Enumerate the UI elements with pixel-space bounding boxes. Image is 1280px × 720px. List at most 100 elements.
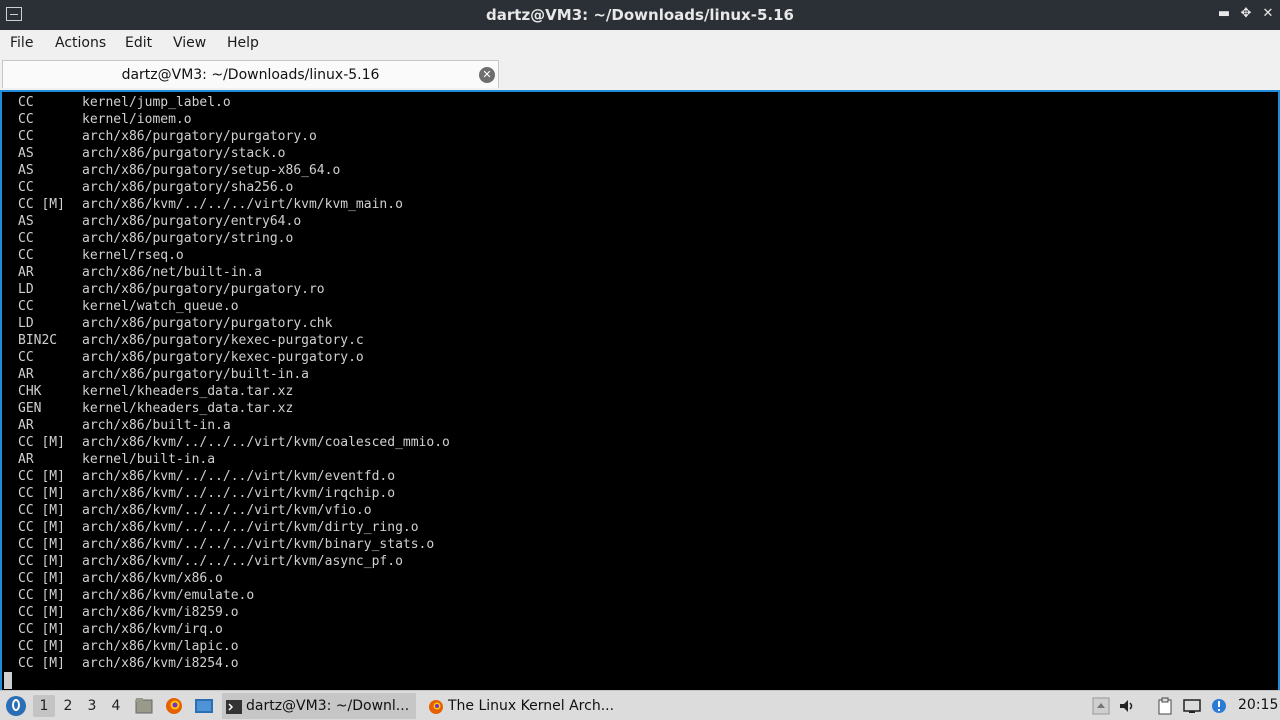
taskbar: 1 2 3 4 dartz@VM3: ~/Downl... The Linux … [0, 690, 1280, 720]
menu-help[interactable]: Help [227, 35, 259, 51]
build-step-tag: CC [M] [18, 469, 65, 484]
terminal-line: CC [M] arch/x86/kvm/../../../virt/kvm/irq… [18, 485, 395, 502]
build-step-tag: LD [18, 282, 34, 297]
build-step-tag: AR [18, 367, 34, 382]
terminal-line: CC kernel/watch_queue.o [18, 298, 239, 315]
close-button[interactable]: ✕ [1260, 6, 1276, 22]
build-file-path: arch/x86/purgatory/purgatory.chk [82, 316, 333, 331]
build-step-tag: CC [M] [18, 571, 65, 586]
clock[interactable]: 20:15 [1238, 697, 1278, 713]
maximize-button[interactable]: ✥ [1238, 6, 1254, 22]
build-file-path: kernel/jump_label.o [82, 95, 231, 110]
terminal-line: CC [M] arch/x86/kvm/../../../virt/kvm/coa… [18, 434, 450, 451]
build-step-tag: CHK [18, 384, 42, 399]
build-file-path: arch/x86/kvm/../../../virt/kvm/eventfd.o [82, 469, 396, 484]
build-step-tag: CC [18, 299, 34, 314]
build-file-path: arch/x86/kvm/../../../virt/kvm/async_pf.… [82, 554, 403, 569]
build-file-path: kernel/kheaders_data.tar.xz [82, 384, 294, 399]
desktop-icon[interactable] [194, 696, 214, 716]
terminal-line: CC [M] arch/x86/kvm/../../../virt/kvm/eve… [18, 468, 395, 485]
build-file-path: arch/x86/built-in.a [82, 418, 231, 433]
terminal-output[interactable]: CC kernel/jump_label.o CC kernel/iomem.o CC a… [0, 90, 1280, 690]
window-title: dartz@VM3: ~/Downloads/linux-5.16 [486, 6, 794, 24]
start-menu-button[interactable] [6, 696, 26, 716]
clipboard-icon[interactable] [1156, 697, 1174, 715]
terminal-line: LD arch/x86/purgatory/purgatory.chk [18, 315, 332, 332]
terminal-line: CC [M] arch/x86/kvm/i8259.o [18, 604, 239, 621]
taskbar-item-terminal[interactable]: dartz@VM3: ~/Downl... [222, 693, 416, 719]
build-file-path: kernel/kheaders_data.tar.xz [82, 401, 294, 416]
build-step-tag: CC [18, 248, 34, 263]
firefox-icon [428, 698, 444, 714]
task-manager-icon[interactable] [1092, 697, 1110, 715]
workspace-1-button[interactable]: 1 [33, 695, 55, 717]
firefox-icon[interactable] [164, 696, 184, 716]
window-titlebar[interactable]: dartz@VM3: ~/Downloads/linux-5.16 ▬ ✥ ✕ [0, 0, 1280, 30]
terminal-line: CC arch/x86/purgatory/kexec-purgatory.o [18, 349, 364, 366]
build-file-path: arch/x86/kvm/lapic.o [82, 639, 239, 654]
build-step-tag: CC [M] [18, 520, 65, 535]
terminal-line: CC [M] arch/x86/kvm/x86.o [18, 570, 223, 587]
build-file-path: arch/x86/kvm/x86.o [82, 571, 223, 586]
terminal-line: CC [M] arch/x86/kvm/irq.o [18, 621, 223, 638]
workspace-4-button[interactable]: 4 [105, 695, 127, 717]
workspace-3-button[interactable]: 3 [81, 695, 103, 717]
workspace-2-button[interactable]: 2 [57, 695, 79, 717]
build-file-path: arch/x86/purgatory/kexec-purgatory.c [82, 333, 364, 348]
build-step-tag: AR [18, 265, 34, 280]
terminal-line: CC [M] arch/x86/kvm/i8254.o [18, 655, 239, 672]
menu-actions[interactable]: Actions [55, 35, 106, 51]
build-step-tag: GEN [18, 401, 42, 416]
minimize-button[interactable]: ▬ [1216, 6, 1232, 22]
terminal-line: GEN kernel/kheaders_data.tar.xz [18, 400, 293, 417]
build-file-path: arch/x86/purgatory/sha256.o [82, 180, 294, 195]
terminal-line: CC kernel/jump_label.o [18, 94, 231, 111]
terminal-line: CC [M] arch/x86/kvm/../../../virt/kvm/vfi… [18, 502, 372, 519]
terminal-line: AS arch/x86/purgatory/setup-x86_64.o [18, 162, 340, 179]
build-step-tag: CC [18, 129, 34, 144]
tab-bar: dartz@VM3: ~/Downloads/linux-5.16 ✕ [0, 58, 1280, 90]
terminal-tab[interactable]: dartz@VM3: ~/Downloads/linux-5.16 ✕ [2, 60, 499, 88]
build-step-tag: LD [18, 316, 34, 331]
build-file-path: arch/x86/purgatory/setup-x86_64.o [82, 163, 341, 178]
terminal-line: AS arch/x86/purgatory/stack.o [18, 145, 286, 162]
build-step-tag: CC [M] [18, 537, 65, 552]
build-file-path: arch/x86/purgatory/string.o [82, 231, 294, 246]
build-step-tag: BIN2C [18, 333, 58, 348]
build-file-path: arch/x86/purgatory/stack.o [82, 146, 286, 161]
menu-file[interactable]: File [10, 35, 33, 51]
taskbar-item-label: dartz@VM3: ~/Downl... [246, 698, 410, 714]
build-file-path: arch/x86/purgatory/purgatory.o [82, 129, 317, 144]
build-file-path: kernel/built-in.a [82, 452, 216, 467]
build-step-tag: CC [M] [18, 588, 65, 603]
build-step-tag: CC [M] [18, 605, 65, 620]
terminal-line: CC arch/x86/purgatory/sha256.o [18, 179, 293, 196]
file-manager-icon[interactable] [134, 696, 154, 716]
build-file-path: arch/x86/kvm/emulate.o [82, 588, 255, 603]
volume-icon[interactable] [1118, 697, 1136, 715]
update-notifier-icon[interactable] [1210, 697, 1228, 715]
build-file-path: arch/x86/kvm/../../../virt/kvm/binary_st… [82, 537, 435, 552]
terminal-icon [226, 698, 242, 714]
build-step-tag: CC [18, 180, 34, 195]
menu-edit[interactable]: Edit [125, 35, 152, 51]
build-file-path: kernel/iomem.o [82, 112, 192, 127]
build-step-tag: CC [M] [18, 503, 65, 518]
tab-close-icon[interactable]: ✕ [479, 67, 495, 83]
taskbar-item-firefox[interactable]: The Linux Kernel Arch... [424, 693, 620, 719]
build-file-path: arch/x86/purgatory/purgatory.ro [82, 282, 325, 297]
build-file-path: kernel/watch_queue.o [82, 299, 239, 314]
menu-view[interactable]: View [173, 35, 206, 51]
build-step-tag: CC [M] [18, 639, 65, 654]
terminal-line: CC [M] arch/x86/kvm/../../../virt/kvm/kvm… [18, 196, 403, 213]
terminal-line: CC [M] arch/x86/kvm/../../../virt/kvm/asy… [18, 553, 403, 570]
build-file-path: arch/x86/kvm/../../../virt/kvm/irqchip.o [82, 486, 396, 501]
terminal-line: AR kernel/built-in.a [18, 451, 215, 468]
tab-label: dartz@VM3: ~/Downloads/linux-5.16 [121, 67, 380, 83]
build-file-path: arch/x86/kvm/../../../virt/kvm/kvm_main.… [82, 197, 403, 212]
network-icon[interactable] [1183, 697, 1201, 715]
terminal-line: CC [M] arch/x86/kvm/emulate.o [18, 587, 254, 604]
build-step-tag: AR [18, 452, 34, 467]
build-file-path: arch/x86/purgatory/kexec-purgatory.o [82, 350, 364, 365]
build-step-tag: AR [18, 418, 34, 433]
